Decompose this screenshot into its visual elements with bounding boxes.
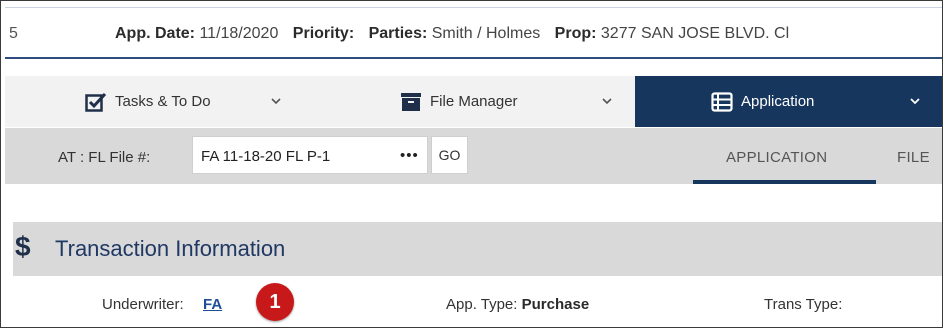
nav-file-manager-label: File Manager [430,93,518,110]
property-value: 3277 SAN JOSE BLVD. Cl [600,25,790,42]
parties-value: Smith / Holmes [431,25,541,42]
underwriter-label: Underwriter: [102,296,184,313]
parties-label: Parties: [368,25,428,42]
property-label: Prop: [554,25,597,42]
tab-file[interactable]: FILE [897,149,930,166]
chevron-down-icon[interactable] [909,94,921,111]
nav-application[interactable]: Application [635,76,942,127]
trans-type-label: Trans Type: [764,296,843,313]
dollar-icon: $ [15,231,31,262]
chevron-down-icon[interactable] [270,94,282,111]
app-date-label: App. Date: [115,25,195,42]
chevron-down-icon[interactable] [601,94,613,111]
file-number-input[interactable]: FA 11-18-20 FL P-1 ••• [192,136,428,174]
nav-application-label: Application [741,93,815,110]
main-nav: Tasks & To Do File Manager Application [5,76,942,127]
more-options-icon[interactable]: ••• [400,147,419,164]
transaction-row: Underwriter: FA 1 App. Type: Purchase Tr… [13,277,942,327]
file-number-prefix: 5 [9,25,18,42]
app-type-field: App. Type: Purchase [446,296,589,313]
go-button[interactable]: GO [431,136,468,174]
summary-fields: App. Date: 11/18/2020 Priority: Parties:… [115,25,799,43]
nav-tasks[interactable]: Tasks & To Do [85,76,335,127]
nav-tasks-label: Tasks & To Do [115,93,211,110]
transaction-section-header[interactable]: $ Transaction Information [13,222,942,276]
folder-box-icon [400,92,422,112]
list-icon [711,91,733,112]
underwriter-link[interactable]: FA [203,296,222,313]
file-number-value: FA 11-18-20 FL P-1 [201,148,331,165]
checkbox-edit-icon [85,92,107,112]
active-tab-indicator [693,180,876,184]
app-window: 5 App. Date: 11/18/2020 Priority: Partie… [0,0,943,328]
app-date-value: 11/18/2020 [199,25,279,42]
app-type-label: App. Type: [446,296,518,313]
file-search-bar: AT : FL File #: FA 11-18-20 FL P-1 ••• G… [5,128,942,184]
priority-label: Priority: [292,25,355,42]
tab-application[interactable]: APPLICATION [726,149,827,166]
file-number-label: AT : FL File #: [58,149,151,166]
nav-file-manager[interactable]: File Manager [400,76,650,127]
app-type-value: Purchase [521,296,590,313]
file-summary-bar: 5 App. Date: 11/18/2020 Priority: Partie… [5,7,942,59]
section-title: Transaction Information [55,236,286,261]
step-badge: 1 [256,283,294,321]
